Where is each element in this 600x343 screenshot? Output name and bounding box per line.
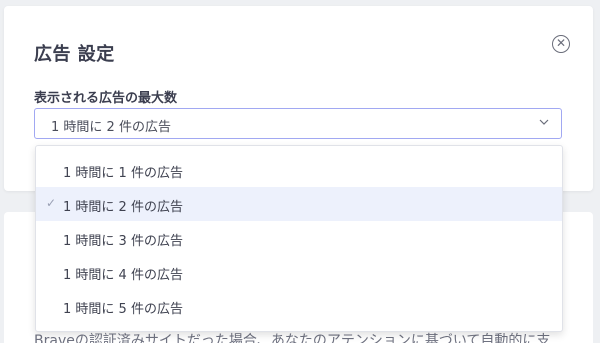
option-label: 1 時間に 2 件の広告 xyxy=(63,200,183,215)
check-icon: ✓ xyxy=(46,196,57,210)
dropdown-option-4[interactable]: 1 時間に 4 件の広告 xyxy=(36,255,562,289)
select-value: 1 時間に 2 件の広告 xyxy=(51,120,171,135)
option-label: 1 時間に 1 件の広告 xyxy=(63,166,183,181)
dropdown-option-5[interactable]: 1 時間に 5 件の広告 xyxy=(36,289,562,323)
dropdown-option-3[interactable]: 1 時間に 3 件の広告 xyxy=(36,221,562,255)
dropdown-option-1[interactable]: 1 時間に 1 件の広告 xyxy=(36,153,562,187)
modal-title: 広告 設定 xyxy=(34,44,115,65)
option-label: 1 時間に 3 件の広告 xyxy=(63,234,183,249)
close-icon[interactable]: ✕ xyxy=(552,35,570,53)
chevron-down-icon xyxy=(539,119,549,125)
ads-settings-screen: Braveの認証済みサイトだった場合、あなたのアテンションに基づいて自動的に支 … xyxy=(0,0,600,343)
dropdown-option-2[interactable]: ✓ 1 時間に 2 件の広告 xyxy=(36,187,562,221)
max-ads-label: 表示される広告の最大数 xyxy=(34,91,178,106)
option-label: 1 時間に 5 件の広告 xyxy=(63,302,183,317)
max-ads-select[interactable]: 1 時間に 2 件の広告 xyxy=(34,108,562,139)
max-ads-dropdown: 1 時間に 1 件の広告 ✓ 1 時間に 2 件の広告 1 時間に 3 件の広告… xyxy=(35,145,563,332)
option-label: 1 時間に 4 件の広告 xyxy=(63,268,183,283)
